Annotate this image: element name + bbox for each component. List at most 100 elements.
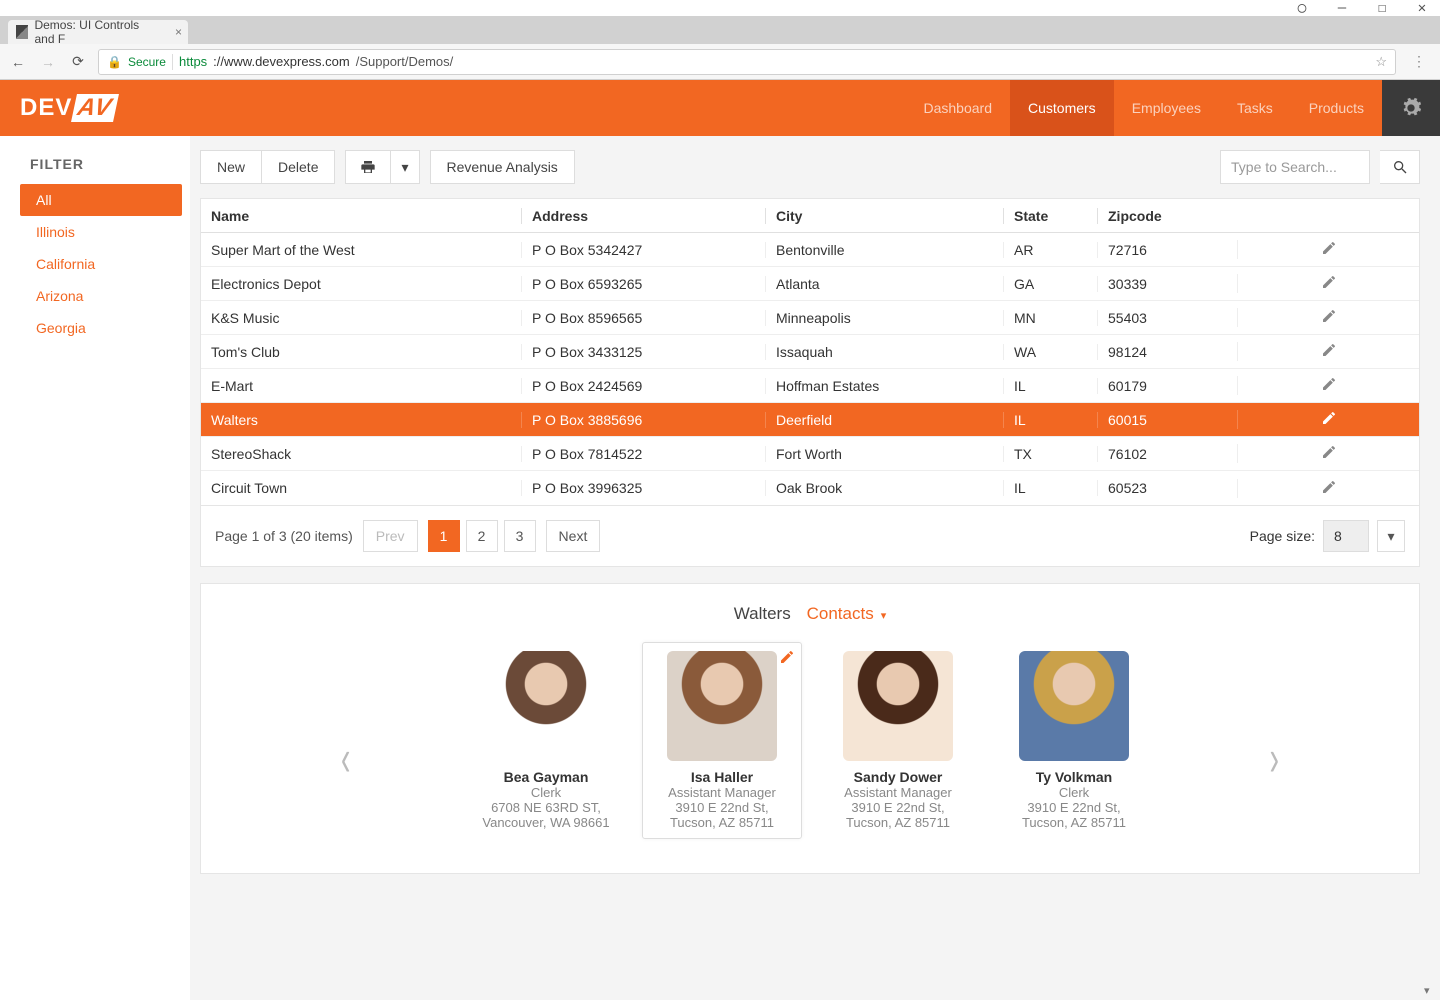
window-titlebar: ◯ — ☐ ✕	[0, 0, 1440, 16]
edit-row-button[interactable]	[1237, 308, 1419, 327]
window-maximize[interactable]: ☐	[1372, 0, 1392, 16]
bookmark-icon[interactable]: ☆	[1375, 54, 1387, 70]
table-row[interactable]: Circuit TownP O Box 3996325Oak BrookIL60…	[201, 471, 1419, 505]
contact-card[interactable]: Bea GaymanClerk6708 NE 63RD ST,Vancouver…	[466, 642, 626, 839]
new-button[interactable]: New	[200, 150, 262, 184]
app-header: DEVAV Dashboard Customers Employees Task…	[0, 80, 1440, 136]
lock-icon: 🔒	[107, 55, 122, 69]
forward-button[interactable]: →	[38, 54, 58, 70]
contact-role: Clerk	[1003, 785, 1145, 800]
cell-zipcode: 72716	[1097, 242, 1237, 258]
contact-card[interactable]: Ty VolkmanClerk3910 E 22nd St,Tucson, AZ…	[994, 642, 1154, 839]
edit-row-button[interactable]	[1237, 444, 1419, 463]
page-size-value[interactable]: 8	[1323, 520, 1369, 552]
filter-item-georgia[interactable]: Georgia	[0, 312, 190, 344]
edit-row-button[interactable]	[1237, 240, 1419, 259]
col-zipcode[interactable]: Zipcode	[1097, 208, 1237, 224]
main-nav: Dashboard Customers Employees Tasks Prod…	[906, 80, 1440, 136]
pager-page-2[interactable]: 2	[466, 520, 498, 552]
address-bar[interactable]: 🔒 Secure https://www.devexpress.com/Supp…	[98, 49, 1396, 75]
print-button[interactable]	[345, 150, 391, 184]
window-minimize[interactable]: —	[1332, 0, 1352, 16]
browser-tab[interactable]: Demos: UI Controls and F ×	[8, 20, 188, 44]
table-row[interactable]: Electronics DepotP O Box 6593265AtlantaG…	[201, 267, 1419, 301]
revenue-analysis-button[interactable]: Revenue Analysis	[430, 150, 575, 184]
contact-role: Assistant Manager	[827, 785, 969, 800]
settings-button[interactable]	[1382, 80, 1440, 136]
search-button[interactable]	[1380, 150, 1420, 184]
contact-card[interactable]: Isa HallerAssistant Manager3910 E 22nd S…	[642, 642, 802, 839]
pager-page-1[interactable]: 1	[428, 520, 460, 552]
table-row[interactable]: WaltersP O Box 3885696DeerfieldIL60015	[201, 403, 1419, 437]
filter-item-illinois[interactable]: Illinois	[0, 216, 190, 248]
window-close[interactable]: ✕	[1412, 0, 1432, 16]
nav-dashboard[interactable]: Dashboard	[906, 80, 1011, 136]
account-icon[interactable]: ◯	[1292, 0, 1312, 16]
filter-item-all[interactable]: All	[20, 184, 182, 216]
contacts-prev[interactable]: ‹	[341, 730, 350, 788]
cell-state: GA	[1003, 276, 1097, 292]
contact-name: Ty Volkman	[1003, 769, 1145, 785]
filter-item-arizona[interactable]: Arizona	[0, 280, 190, 312]
table-row[interactable]: E-MartP O Box 2424569Hoffman EstatesIL60…	[201, 369, 1419, 403]
caret-down-icon: ▾	[401, 159, 408, 176]
contact-role: Clerk	[475, 785, 617, 800]
search-icon	[1392, 159, 1408, 175]
contact-name: Bea Gayman	[475, 769, 617, 785]
delete-button[interactable]: Delete	[262, 150, 335, 184]
edit-row-button[interactable]	[1237, 342, 1419, 361]
contact-role: Assistant Manager	[651, 785, 793, 800]
nav-customers[interactable]: Customers	[1010, 80, 1114, 136]
edit-row-button[interactable]	[1237, 479, 1419, 498]
contacts-panel: Walters Contacts ▾ ‹ › Bea GaymanClerk67…	[200, 583, 1420, 874]
filter-item-california[interactable]: California	[0, 248, 190, 280]
search-input[interactable]: Type to Search...	[1220, 150, 1370, 184]
table-row[interactable]: K&S MusicP O Box 8596565MinneapolisMN554…	[201, 301, 1419, 335]
pencil-icon	[1321, 482, 1337, 498]
nav-products[interactable]: Products	[1291, 80, 1382, 136]
reload-button[interactable]: ⟳	[68, 53, 88, 70]
col-name[interactable]: Name	[201, 208, 521, 224]
table-row[interactable]: Tom's ClubP O Box 3433125IssaquahWA98124	[201, 335, 1419, 369]
contacts-dropdown[interactable]: Contacts ▾	[807, 604, 887, 623]
table-row[interactable]: StereoShackP O Box 7814522Fort WorthTX76…	[201, 437, 1419, 471]
nav-employees[interactable]: Employees	[1114, 80, 1219, 136]
tab-close-icon[interactable]: ×	[175, 25, 182, 39]
browser-toolbar: ← → ⟳ 🔒 Secure https://www.devexpress.co…	[0, 44, 1440, 80]
back-button[interactable]: ←	[8, 54, 28, 70]
edit-contact-button[interactable]	[779, 649, 795, 668]
col-city[interactable]: City	[765, 208, 1003, 224]
col-state[interactable]: State	[1003, 208, 1097, 224]
contact-addr1: 6708 NE 63RD ST,	[475, 800, 617, 815]
pager-prev[interactable]: Prev	[363, 520, 418, 552]
contact-addr2: Tucson, AZ 85711	[651, 815, 793, 830]
page-size-dropdown[interactable]: ▾	[1377, 520, 1405, 552]
edit-row-button[interactable]	[1237, 274, 1419, 293]
edit-row-button[interactable]	[1237, 376, 1419, 395]
cell-city: Minneapolis	[765, 310, 1003, 326]
contact-name: Isa Haller	[651, 769, 793, 785]
contact-card[interactable]: Sandy DowerAssistant Manager3910 E 22nd …	[818, 642, 978, 839]
cell-zipcode: 55403	[1097, 310, 1237, 326]
contact-avatar	[1019, 651, 1129, 761]
cell-address: P O Box 3885696	[521, 412, 765, 428]
pager-page-3[interactable]: 3	[504, 520, 536, 552]
pencil-icon	[1321, 379, 1337, 395]
cell-city: Deerfield	[765, 412, 1003, 428]
contact-addr2: Tucson, AZ 85711	[827, 815, 969, 830]
pager-info: Page 1 of 3 (20 items)	[215, 528, 353, 544]
cell-city: Oak Brook	[765, 480, 1003, 496]
pager-next[interactable]: Next	[546, 520, 601, 552]
col-address[interactable]: Address	[521, 208, 765, 224]
print-dropdown[interactable]: ▾	[391, 150, 419, 184]
edit-row-button[interactable]	[1237, 410, 1419, 429]
grid-header: Name Address City State Zipcode	[201, 199, 1419, 233]
table-row[interactable]: Super Mart of the WestP O Box 5342427Ben…	[201, 233, 1419, 267]
contacts-next[interactable]: ›	[1270, 730, 1279, 788]
nav-tasks[interactable]: Tasks	[1219, 80, 1291, 136]
contact-addr1: 3910 E 22nd St,	[1003, 800, 1145, 815]
filter-title: FILTER	[30, 156, 190, 172]
contacts-company: Walters	[734, 604, 791, 623]
browser-menu-icon[interactable]: ⋮	[1406, 53, 1432, 70]
cell-address: P O Box 3996325	[521, 480, 765, 496]
